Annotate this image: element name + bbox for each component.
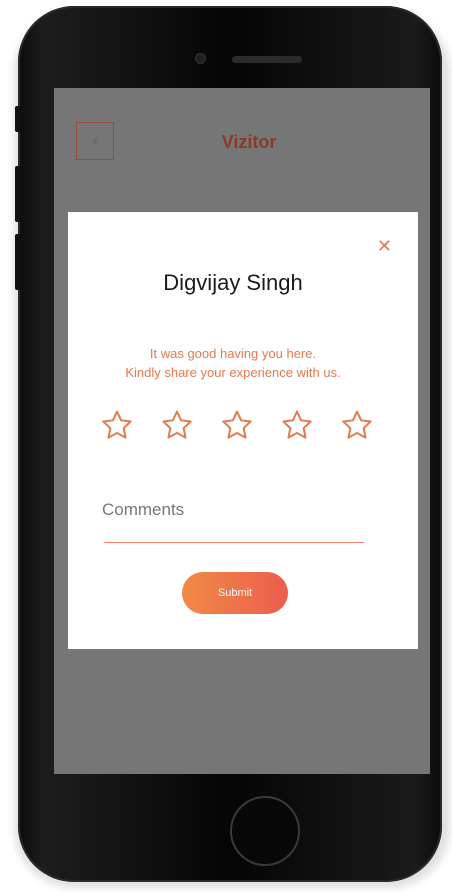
close-icon[interactable]: ✕ (377, 238, 392, 256)
comments-underline (104, 542, 364, 543)
mute-switch (15, 106, 20, 132)
submit-button[interactable]: Submit (182, 572, 288, 614)
star-outline-icon[interactable] (280, 408, 314, 442)
comments-field[interactable]: Comments (102, 500, 184, 520)
visitor-name: Digvijay Singh (163, 270, 303, 295)
phone-frame: ‹ Vizitor ✕ Digvijay Singh It was good h… (15, 6, 442, 882)
screen: ‹ Vizitor ✕ Digvijay Singh It was good h… (54, 88, 430, 774)
message-line-1: It was good having you here. (149, 346, 317, 361)
feedback-modal: ✕ Digvijay Singh It was good having you … (68, 212, 418, 649)
message-line-2: Kindly share your experience with us. (125, 365, 341, 380)
volume-up-button (15, 166, 20, 222)
home-button[interactable] (230, 796, 300, 866)
earpiece-speaker (232, 56, 302, 63)
app-title: Vizitor (221, 132, 277, 152)
star-outline-icon[interactable] (340, 408, 374, 442)
star-outline-icon[interactable] (160, 408, 194, 442)
app-header: ‹ Vizitor (54, 88, 430, 188)
front-camera (196, 54, 205, 63)
volume-down-button (15, 234, 20, 290)
feedback-message: It was good having you here. Kindly shar… (68, 344, 398, 382)
star-outline-icon[interactable] (220, 408, 254, 442)
star-outline-icon[interactable] (100, 408, 134, 442)
star-rating (100, 408, 374, 448)
